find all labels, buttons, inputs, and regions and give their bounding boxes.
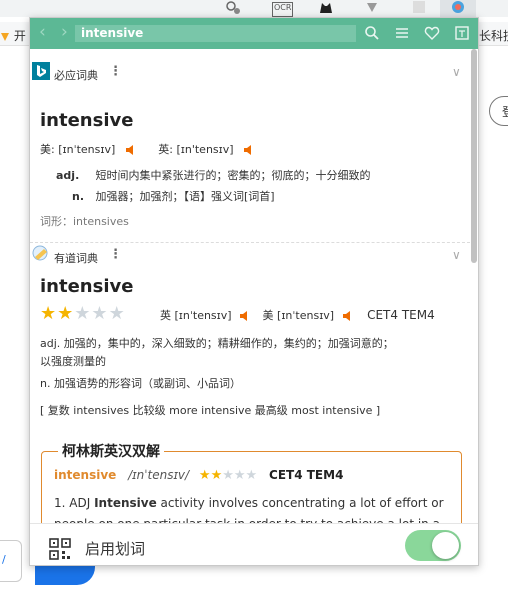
- youdao-adj-definition-cont: 以强度测量的: [40, 355, 106, 368]
- search-input[interactable]: intensive: [75, 25, 356, 42]
- youdao-noun-definition: n. 加强语势的形容词（或副词、小品词）: [40, 377, 241, 390]
- uk-label: 英: [160, 309, 171, 322]
- browser-toolbar: [0, 0, 508, 17]
- bookmark-item-left[interactable]: 开: [0, 27, 26, 44]
- chevron-left-icon[interactable]: ‹: [39, 24, 46, 41]
- word-selection-toggle[interactable]: [405, 530, 461, 561]
- pos-label: n.: [71, 190, 84, 203]
- popup-header: ‹ › intensive: [30, 18, 478, 49]
- star-empty-icon: ★: [222, 468, 234, 483]
- collins-def-keyword: Intensive: [94, 496, 157, 510]
- dictionary-popup: ‹ › intensive 必应词典 ⋮ ∨ intensive 美: [ɪnˈ…: [29, 17, 479, 566]
- uk-label: 英:: [158, 143, 173, 156]
- results-scroll-area[interactable]: 必应词典 ⋮ ∨ intensive 美: [ɪnˈtensɪv] 英: [ɪn…: [30, 49, 478, 523]
- collins-title: 柯林斯英汉双解: [58, 441, 164, 461]
- star-filled-icon: ★: [57, 303, 75, 324]
- bing-logo-icon: [32, 62, 50, 80]
- extension-icon-profile[interactable]: [225, 1, 241, 16]
- collins-definition: 1. ADJ Intensive activity involves conce…: [54, 493, 454, 523]
- star-filled-icon: ★: [198, 468, 211, 483]
- star-empty-icon: ★: [233, 468, 246, 483]
- more-options-icon[interactable]: ⋮: [109, 247, 122, 262]
- background-login-button[interactable]: 登: [489, 96, 508, 126]
- youdao-star-rating: ★★★★★: [40, 303, 126, 324]
- speaker-icon[interactable]: [125, 144, 137, 156]
- pos-label: adj.: [56, 169, 80, 182]
- definition-text: 短时间内集中紧张进行的；密集的；彻底的；十分细致的: [95, 169, 371, 182]
- uk-phonetic: [ɪn'tensɪv]: [176, 143, 234, 156]
- bing-dictionary-name: 必应词典: [54, 69, 98, 82]
- youdao-adj-definition: adj. 加强的，集中的，深入细致的；精耕细作的，集约的；加强词意的；: [40, 337, 394, 350]
- collins-headline: intensive /ɪnˈtensɪv/ ★★★★★ CET4 TEM4: [54, 468, 343, 483]
- qr-code-icon[interactable]: [49, 538, 71, 560]
- bing-dictionary-header[interactable]: 必应词典 ⋮ ∨: [30, 61, 470, 85]
- collins-def-prefix: 1. ADJ: [54, 496, 95, 510]
- chevron-down-icon[interactable]: ∨: [452, 65, 461, 79]
- book-icon[interactable]: [454, 25, 470, 41]
- collins-star-rating: ★★★★★: [199, 468, 257, 483]
- extension-cat-icon[interactable]: [318, 0, 334, 15]
- extension-arrow-icon[interactable]: [366, 1, 378, 16]
- speaker-icon[interactable]: [243, 144, 255, 156]
- us-phonetic: [ɪnˈtensɪv]: [58, 143, 116, 156]
- speaker-icon[interactable]: [342, 310, 354, 322]
- search-icon[interactable]: [364, 25, 380, 41]
- collins-exam-tags: CET4 TEM4: [269, 468, 344, 482]
- toggle-knob[interactable]: [432, 532, 459, 559]
- star-empty-icon: ★: [74, 303, 92, 324]
- extension-square-icon[interactable]: [412, 0, 426, 15]
- star-empty-icon: ★: [91, 303, 109, 324]
- star-filled-icon: ★: [210, 468, 223, 483]
- extension-ocr-icon[interactable]: OCR: [272, 2, 294, 17]
- us-phonetic: [ɪnˈtensɪv]: [277, 309, 335, 322]
- definition-text: 加强器；加强剂；【语】强义词[词首]: [95, 190, 275, 203]
- extension-dictionary-icon[interactable]: [440, 0, 476, 17]
- youdao-dictionary-name: 有道词典: [54, 252, 98, 265]
- star-empty-icon: ★: [245, 468, 258, 483]
- exam-tags: CET4 TEM4: [367, 308, 435, 322]
- bing-definition-adj: adj. 短时间内集中紧张进行的；密集的；彻底的；十分细致的: [56, 167, 371, 183]
- popup-footer: 启用划词: [30, 523, 478, 565]
- more-options-icon[interactable]: ⋮: [109, 64, 122, 79]
- bookmark-item-right[interactable]: 长科技·: [479, 27, 508, 44]
- enable-word-selection-label: 启用划词: [85, 540, 146, 558]
- collins-section: 柯林斯英汉双解 intensive /ɪnˈtensɪv/ ★★★★★ CET4…: [41, 441, 462, 523]
- uk-phonetic: [ɪnˈtensɪv]: [174, 309, 232, 322]
- background-left-tab[interactable]: /: [0, 540, 22, 582]
- collins-phonetic: /ɪnˈtensɪv/: [128, 468, 190, 482]
- menu-icon[interactable]: [394, 25, 410, 41]
- youdao-word-forms: [ 复数 intensives 比较级 more intensive 最高级 m…: [40, 404, 381, 417]
- chevron-down-icon[interactable]: ∨: [452, 248, 461, 262]
- bing-headword: intensive: [40, 110, 134, 131]
- collins-word: intensive: [54, 468, 117, 482]
- chevron-right-icon[interactable]: ›: [61, 24, 68, 41]
- youdao-dictionary-header[interactable]: 有道词典 ⋮ ∨: [30, 244, 470, 268]
- star-filled-icon: ★: [40, 303, 58, 324]
- bing-word-forms: 词形：intensives: [40, 215, 129, 228]
- us-label: 美: [262, 309, 274, 322]
- heart-icon[interactable]: [424, 25, 440, 41]
- us-label: 美:: [40, 143, 55, 156]
- scrollbar-thumb[interactable]: [471, 49, 477, 263]
- bing-phonetics: 美: [ɪnˈtensɪv] 英: [ɪn'tensɪv]: [40, 141, 255, 157]
- bing-definition-noun: n. 加强器；加强剂；【语】强义词[词首]: [56, 188, 275, 204]
- youdao-logo-icon: [32, 245, 48, 261]
- youdao-phonetics: 英 [ɪnˈtensɪv] 美 [ɪnˈtensɪv] CET4 TEM4: [160, 307, 435, 323]
- youdao-headword: intensive: [40, 276, 134, 297]
- section-divider: [30, 242, 470, 243]
- star-empty-icon: ★: [108, 303, 126, 324]
- speaker-icon[interactable]: [239, 310, 251, 322]
